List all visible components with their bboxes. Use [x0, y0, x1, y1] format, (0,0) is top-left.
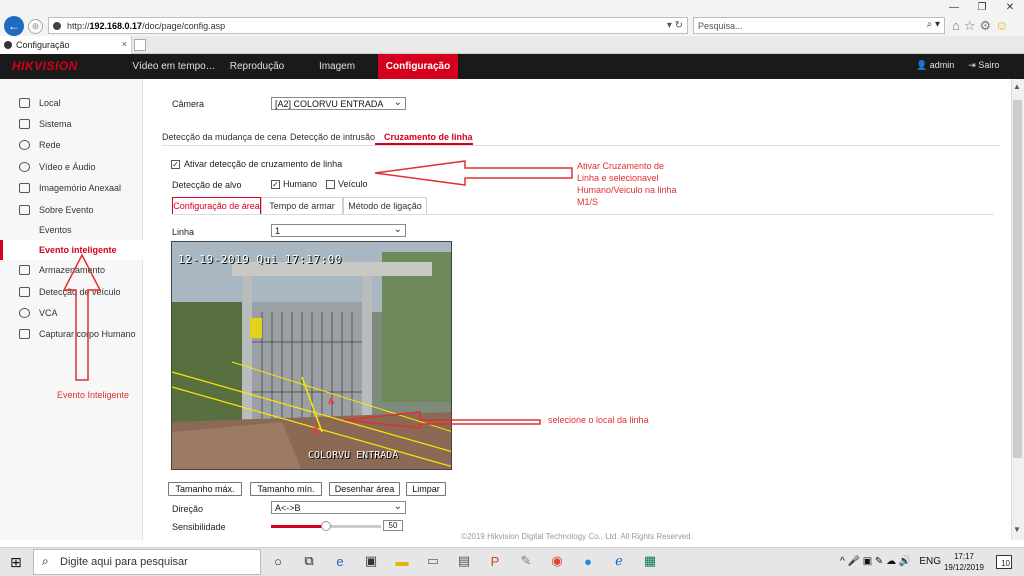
app-icon[interactable]: ● [578, 551, 598, 571]
task-view-icon[interactable]: ⧉ [299, 551, 319, 571]
file-explorer-icon[interactable]: ▬ [392, 551, 412, 571]
annotation-line-crossing: Ativar Cruzamento de Linha e selecionave… [577, 161, 677, 207]
system-tray[interactable]: ^ 🎤 ▣ ✎ ☁ 🔊 ENG [840, 556, 941, 567]
notification-center-icon[interactable]: 10 [996, 555, 1012, 569]
document-icon[interactable]: ▭ [423, 551, 443, 571]
paint-icon[interactable]: ✎ [516, 551, 536, 571]
terminal-app-icon[interactable]: ▦ [640, 551, 660, 571]
clock-date: 19/12/2019 [943, 563, 985, 572]
language-indicator[interactable]: ENG [919, 556, 941, 567]
clock-time: 17:17 [953, 552, 975, 561]
annotation-smart-event: Evento Inteligente [57, 390, 130, 400]
taskbar-search-input[interactable]: ⌕ Digite aqui para pesquisar [33, 549, 261, 575]
chrome-icon[interactable]: ◉ [547, 551, 567, 571]
taskbar-clock[interactable]: 17:17 19/12/2019 [942, 551, 986, 573]
tray-icons[interactable]: ^ 🎤 ▣ ✎ ☁ 🔊 [840, 556, 911, 567]
store-icon[interactable]: ▣ [361, 551, 381, 571]
taskbar-apps: ○ ⧉ e ▣ ▬ ▭ ▤ P ✎ ◉ ● ℯ ▦ [268, 551, 660, 571]
cortana-icon[interactable]: ○ [268, 551, 288, 571]
search-icon: ⌕ [42, 554, 49, 568]
powerpoint-icon[interactable]: P [485, 551, 505, 571]
annotation-arrows [62, 160, 573, 429]
internet-explorer-icon[interactable]: ℯ [609, 551, 629, 571]
edge-icon[interactable]: e [330, 551, 350, 571]
keyboard-app-icon[interactable]: ▤ [454, 551, 474, 571]
annotation-line-location: selecione o local da linha [548, 415, 649, 425]
windows-start-icon[interactable]: ⊞ [10, 554, 22, 571]
